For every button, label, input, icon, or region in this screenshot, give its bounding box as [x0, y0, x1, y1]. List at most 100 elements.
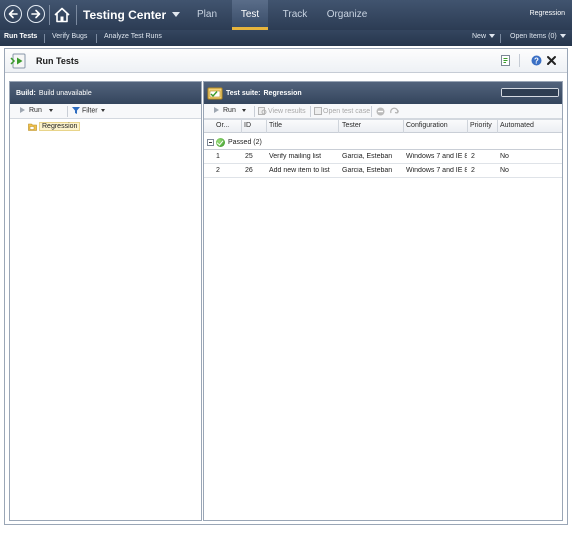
toolbar-divider [254, 106, 255, 117]
cell-tester: Garcia, Esteban [342, 153, 393, 160]
test-plan-selector[interactable]: Regression [530, 10, 565, 17]
column-header-tester[interactable]: Tester [342, 122, 361, 129]
column-header-priority[interactable]: Priority [470, 122, 492, 129]
play-icon [20, 107, 25, 114]
play-icon [214, 107, 219, 114]
tree-item-regression[interactable]: Regression [28, 122, 81, 133]
filter-label: Filter [82, 107, 98, 115]
toolbar-divider [371, 106, 372, 117]
cell-priority: 2 [471, 167, 475, 174]
cell-tester: Garcia, Esteban [342, 167, 393, 174]
new-menu-button[interactable]: New [472, 33, 496, 40]
column-header-order[interactable]: Or... [216, 122, 229, 129]
cell-configuration: Windows 7 and IE 8 [406, 153, 467, 160]
suite-folder-icon [28, 123, 37, 131]
test-suite-pane: Test suite: Regression Run View results O… [203, 81, 563, 521]
collapse-icon[interactable] [207, 139, 214, 146]
page-title: Run Tests [36, 56, 79, 66]
reset-icon[interactable] [390, 107, 399, 116]
test-suite-icon [207, 87, 223, 100]
cell-id: 26 [245, 167, 253, 174]
column-divider[interactable] [497, 120, 498, 133]
build-pane: Build: Build unavailable Run Filter Regre… [9, 81, 202, 521]
forward-button[interactable] [27, 5, 45, 23]
cell-automated: No [500, 153, 509, 160]
page-header: Run Tests ? [5, 49, 567, 73]
help-icon[interactable]: ? [531, 55, 542, 66]
tab-plan[interactable]: Plan [188, 0, 226, 30]
tab-track[interactable]: Track [276, 0, 314, 30]
tab-test[interactable]: Test [232, 0, 268, 30]
home-icon [54, 7, 70, 23]
nav-divider [49, 5, 50, 25]
build-value: Build unavailable [38, 90, 92, 97]
table-row[interactable]: 1 25 Verify mailing list Garcia, Esteban… [204, 151, 562, 164]
sub-navigation-bar: Run Tests Verify Bugs Analyze Test Runs … [0, 30, 572, 46]
suite-label: Test suite: [226, 90, 261, 97]
filter-button[interactable]: Filter [72, 107, 105, 114]
subnav-analyze-test-runs[interactable]: Analyze Test Runs [104, 33, 162, 40]
cell-title: Verify mailing list [269, 153, 322, 160]
back-button[interactable] [4, 5, 22, 23]
run-button[interactable]: Run [214, 107, 246, 114]
build-label: Build: [16, 90, 36, 97]
subnav-verify-bugs[interactable]: Verify Bugs [52, 33, 87, 40]
column-divider[interactable] [338, 120, 339, 133]
cell-id: 25 [245, 153, 253, 160]
home-button[interactable] [52, 5, 72, 25]
cell-order: 1 [216, 153, 220, 160]
column-divider[interactable] [467, 120, 468, 133]
column-divider[interactable] [403, 120, 404, 133]
open-items-label: Open Items (0) [510, 33, 557, 40]
column-header-configuration[interactable]: Configuration [406, 122, 448, 129]
suite-header: Test suite: Regression [204, 82, 562, 104]
cell-title: Add new item to list [269, 167, 330, 174]
open-test-case-icon [314, 107, 322, 115]
cell-order: 2 [216, 167, 220, 174]
tree-item-label: Regression [39, 122, 81, 132]
chevron-down-icon [48, 108, 53, 112]
suite-title: Test suite: Regression [226, 90, 305, 97]
cell-configuration: Windows 7 and IE 8 [406, 167, 467, 174]
grid-header: Or... ID Title Tester Configuration Prio… [204, 119, 562, 133]
close-icon[interactable] [546, 55, 557, 66]
view-results-label: View results [268, 107, 306, 115]
column-divider[interactable] [241, 120, 242, 133]
back-arrow-icon [8, 9, 18, 19]
right-toolbar: Run View results Open test case [204, 104, 562, 119]
run-label: Run [29, 107, 42, 114]
open-items-button[interactable]: Open Items (0) [510, 33, 566, 40]
header-divider [519, 54, 520, 67]
run-label: Run [223, 107, 236, 114]
passed-check-icon [216, 138, 225, 147]
table-row[interactable]: 2 26 Add new item to list Garcia, Esteba… [204, 165, 562, 178]
build-header: Build: Build unavailable [10, 82, 201, 104]
tab-organize[interactable]: Organize [322, 0, 372, 30]
chevron-down-icon [100, 109, 105, 112]
block-icon[interactable] [376, 107, 385, 116]
column-header-automated[interactable]: Automated [500, 122, 534, 129]
export-icon[interactable] [500, 55, 511, 66]
forward-arrow-icon [31, 9, 41, 19]
view-results-button[interactable]: View results [258, 107, 306, 115]
chevron-down-icon [241, 108, 246, 112]
app-menu-chevron-down-icon[interactable] [172, 12, 180, 17]
app-title: Testing Center [83, 8, 167, 22]
subnav-divider [96, 34, 97, 43]
toolbar-divider [310, 106, 311, 117]
subnav-divider [500, 34, 501, 43]
column-divider[interactable] [266, 120, 267, 133]
top-navigation-bar: Testing Center Plan Test Track Organize … [0, 0, 572, 30]
subnav-divider [44, 34, 45, 43]
column-header-id[interactable]: ID [244, 122, 251, 129]
suite-value: Regression [263, 90, 302, 97]
open-test-case-button[interactable]: Open test case [314, 107, 370, 115]
group-label: Passed (2) [228, 139, 262, 146]
run-button[interactable]: Run [20, 107, 53, 114]
group-row-passed[interactable]: Passed (2) [204, 137, 562, 150]
column-header-title[interactable]: Title [269, 122, 282, 129]
chevron-down-icon [559, 34, 566, 39]
filter-icon [72, 107, 80, 114]
subnav-run-tests[interactable]: Run Tests [4, 33, 37, 40]
suite-tree: Regression [10, 119, 201, 139]
